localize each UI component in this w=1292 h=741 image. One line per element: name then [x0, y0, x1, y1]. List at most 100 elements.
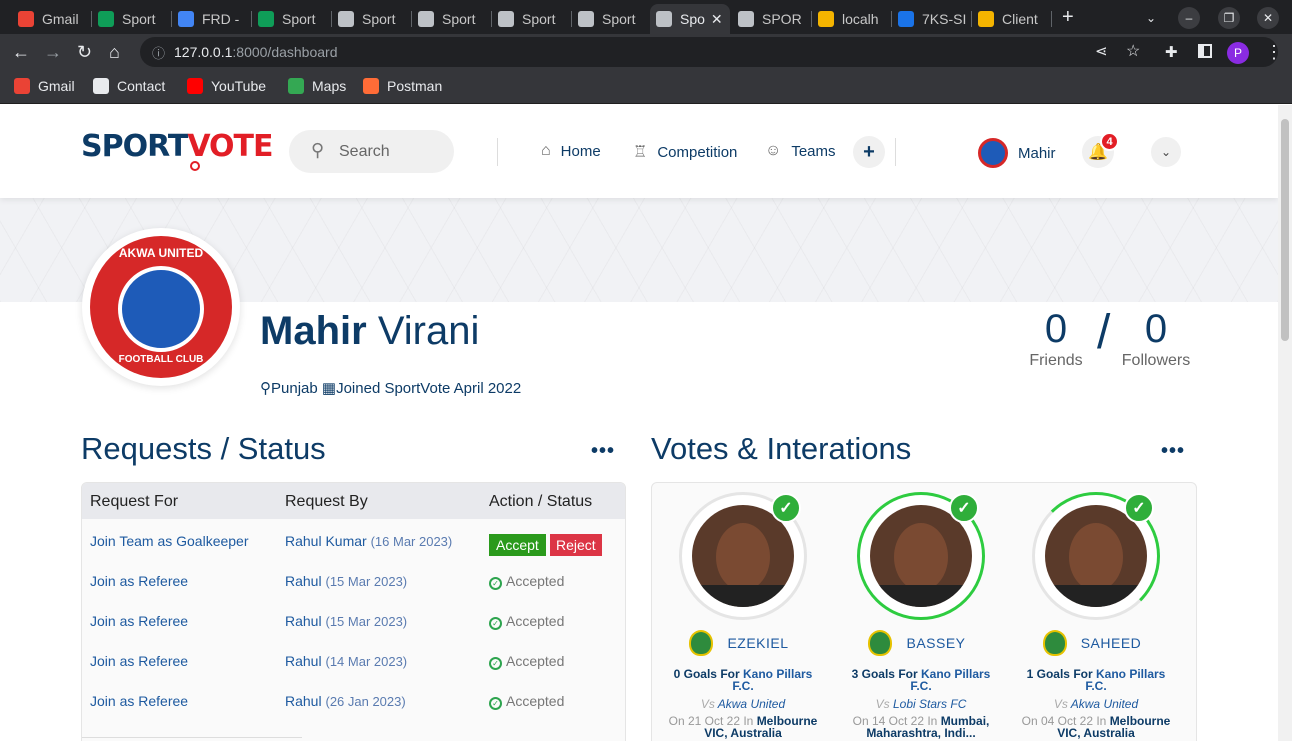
sportvote-logo[interactable]: SPORTVOTE: [81, 129, 273, 164]
browser-tab[interactable]: 7KS-SI: [892, 4, 972, 34]
page-viewport: SPORTVOTE ⚲ Search ⌂ Home ♖ Competition ☺ T…: [0, 105, 1278, 741]
nav-teams[interactable]: ☺ Teams: [765, 142, 836, 160]
requests-more-icon[interactable]: •••: [591, 440, 615, 463]
extensions-icon[interactable]: ✚: [1165, 43, 1178, 63]
friends-stat[interactable]: 0 Friends: [1022, 307, 1090, 370]
bookmark-item[interactable]: Maps: [288, 78, 346, 94]
browser-tab[interactable]: Sport: [332, 4, 412, 34]
check-circle-icon: ✓: [489, 657, 502, 670]
match-info: On 21 Oct 22 In Melbourne VIC, Australia: [668, 714, 818, 740]
minimize-button[interactable]: –: [1178, 7, 1200, 29]
bookmark-label: Postman: [387, 78, 443, 94]
add-button[interactable]: +: [853, 136, 885, 168]
browser-tab[interactable]: localh: [812, 4, 892, 34]
request-by-cell[interactable]: Rahul Kumar (16 Mar 2023): [285, 533, 452, 549]
votes-more-icon[interactable]: •••: [1161, 440, 1185, 463]
browser-tab[interactable]: Sport: [492, 4, 572, 34]
browser-tab[interactable]: Sport: [252, 4, 332, 34]
request-for-link[interactable]: Join as Referee: [90, 573, 188, 589]
info-icon[interactable]: ⓘ: [152, 43, 165, 62]
player-name[interactable]: SAHEED: [1081, 635, 1142, 651]
bookmark-item[interactable]: YouTube: [187, 78, 266, 94]
user-name[interactable]: Mahir: [1018, 145, 1056, 162]
reload-icon[interactable]: ↻: [77, 42, 92, 62]
user-avatar[interactable]: [978, 138, 1008, 168]
team-link[interactable]: Kano Pillars F.C.: [910, 667, 990, 693]
versus-text: Vs Lobi Stars FC: [875, 697, 967, 711]
bookmark-item[interactable]: Postman: [363, 78, 442, 94]
opponent-link[interactable]: Akwa United: [1071, 697, 1138, 711]
site-header: SPORTVOTE ⚲ Search ⌂ Home ♖ Competition ☺ T…: [0, 105, 1278, 198]
browser-tab[interactable]: Spo ✕: [650, 4, 730, 34]
team-crest-icon: [1042, 630, 1067, 656]
close-window-button[interactable]: ✕: [1257, 7, 1279, 29]
browser-tab[interactable]: Sport: [92, 4, 172, 34]
profile-avatar[interactable]: P: [1227, 42, 1249, 64]
vote-card[interactable]: ✓ EZEKIEL 0 Goals For Kano Pillars F.C. Vs …: [654, 483, 824, 741]
request-by-cell[interactable]: Rahul (26 Jan 2023): [285, 693, 406, 709]
reject-button[interactable]: Reject: [550, 534, 602, 556]
back-icon[interactable]: ←: [12, 42, 30, 62]
side-panel-icon[interactable]: [1198, 44, 1212, 58]
trophy-icon: ♖: [633, 144, 648, 161]
bookmark-item[interactable]: Gmail: [14, 78, 75, 94]
player-name[interactable]: BASSEY: [906, 635, 965, 651]
browser-tab[interactable]: SPOR: [732, 4, 812, 34]
browser-menu-icon[interactable]: ⋮: [1265, 42, 1283, 62]
new-tab-button[interactable]: +: [1062, 6, 1074, 29]
tab-search-icon[interactable]: ⌄: [1140, 7, 1162, 29]
browser-tab[interactable]: FRD -: [172, 4, 252, 34]
chevron-down-icon[interactable]: ⌄: [1151, 137, 1181, 167]
home-browser-icon[interactable]: ⌂: [109, 42, 120, 62]
requests-table-header: Request For Request By Action / Status: [82, 483, 625, 519]
request-for-link[interactable]: Join Team as Goalkeeper: [90, 533, 249, 549]
opponent-link[interactable]: Akwa United: [718, 697, 785, 711]
browser-tab[interactable]: Gmail: [12, 4, 92, 34]
team-link[interactable]: Kano Pillars F.C.: [1085, 667, 1165, 693]
page-scrollbar[interactable]: [1278, 105, 1292, 741]
bookmark-star-icon[interactable]: ☆: [1126, 41, 1140, 61]
table-row: Join Team as Goalkeeper Rahul Kumar (16 M…: [82, 523, 625, 563]
address-bar[interactable]: ⓘ 127.0.0.1:8000/dashboard ⋖ ☆: [140, 37, 1278, 67]
accept-button[interactable]: Accept: [489, 534, 546, 556]
restore-button[interactable]: ❐: [1218, 7, 1240, 29]
search-input[interactable]: ⚲ Search: [289, 130, 454, 173]
status-label: Accepted: [506, 693, 565, 709]
followers-stat[interactable]: 0 Followers: [1115, 307, 1197, 370]
requester-name: Rahul: [285, 613, 322, 629]
browser-tab[interactable]: Client: [972, 4, 1052, 34]
bookmark-label: YouTube: [211, 78, 267, 94]
scrollbar-thumb[interactable]: [1281, 119, 1289, 341]
nav-home[interactable]: ⌂ Home: [541, 142, 601, 160]
bookmark-label: Maps: [312, 78, 347, 94]
team-link[interactable]: Kano Pillars F.C.: [732, 667, 812, 693]
browser-tab[interactable]: Sport: [572, 4, 652, 34]
bookmark-icon: [363, 78, 379, 94]
vote-card[interactable]: ✓ SAHEED 1 Goals For Kano Pillars F.C. Vs A…: [1007, 483, 1177, 741]
player-name[interactable]: EZEKIEL: [727, 635, 788, 651]
opponent-link[interactable]: Lobi Stars FC: [893, 697, 966, 711]
calendar-icon: ▦: [321, 380, 337, 397]
tab-favicon-icon: [818, 11, 834, 27]
request-for-link[interactable]: Join as Referee: [90, 653, 188, 669]
followers-count: 0: [1144, 307, 1168, 351]
browser-tab[interactable]: Sport: [412, 4, 492, 34]
divider: [497, 138, 498, 166]
request-by-cell[interactable]: Rahul (15 Mar 2023): [285, 573, 407, 589]
vote-card[interactable]: ✓ BASSEY 3 Goals For Kano Pillars F.C. Vs L…: [832, 483, 1002, 741]
request-by-cell[interactable]: Rahul (14 Mar 2023): [285, 653, 407, 669]
request-by-cell[interactable]: Rahul (15 Mar 2023): [285, 613, 407, 629]
nav-competition[interactable]: ♖ Competition: [633, 142, 737, 162]
tab-label: Client: [1002, 11, 1038, 27]
tab-favicon-icon: [338, 11, 354, 27]
request-for-link[interactable]: Join as Referee: [90, 693, 188, 709]
table-row: Join as Referee Rahul (15 Mar 2023) ✓ Accep…: [82, 563, 625, 603]
bookmark-icon: [187, 78, 203, 94]
forward-icon[interactable]: →: [44, 42, 62, 62]
request-for-link[interactable]: Join as Referee: [90, 613, 188, 629]
close-tab-icon[interactable]: ✕: [711, 11, 723, 28]
match-info: On 04 Oct 22 In Melbourne VIC, Australia: [1021, 714, 1171, 740]
bookmarks-bar: Gmail Contact YouTube Maps Postman: [0, 71, 1292, 104]
bookmark-item[interactable]: Contact: [93, 78, 165, 94]
share-icon[interactable]: ⋖: [1095, 42, 1108, 60]
